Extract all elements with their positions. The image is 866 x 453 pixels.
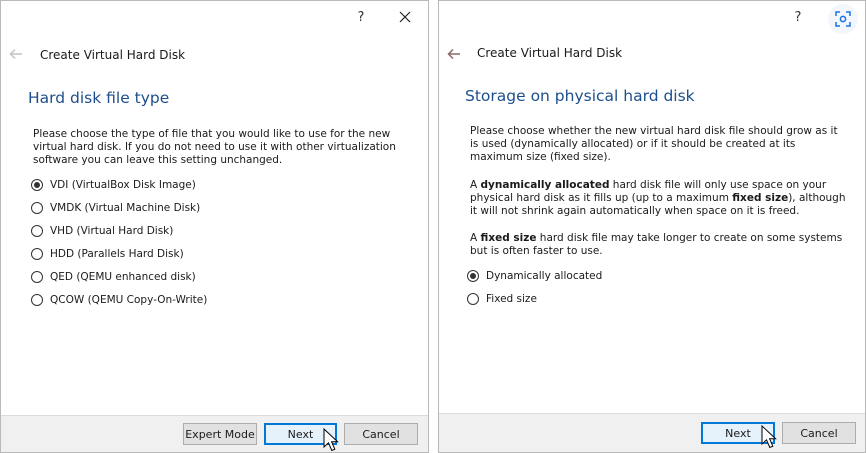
wizard-title: Create Virtual Hard Disk [40, 48, 186, 62]
radio-label: QED (QEMU enhanced disk) [50, 271, 196, 283]
text-segment: A [470, 179, 481, 191]
page-heading: Hard disk file type [28, 89, 170, 107]
radio-button[interactable] [31, 225, 43, 237]
screenshot-capture-icon [835, 11, 851, 27]
dialog-footer: Expert Mode Next Cancel [1, 415, 428, 452]
radio-option-fixed-size[interactable]: Fixed size [467, 291, 537, 307]
radio-option-vhd[interactable]: VHD (Virtual Hard Disk) [31, 223, 173, 239]
storage-on-physical-disk-dialog: ? Create Virtual Hard Disk Storage on ph… [438, 0, 866, 453]
radio-dot-icon [470, 273, 476, 279]
bold-term: fixed size [732, 192, 789, 205]
close-icon [399, 11, 411, 23]
help-button[interactable]: ? [347, 4, 375, 30]
radio-button[interactable] [31, 271, 43, 283]
dynamic-allocation-explanation: A dynamically allocated hard disk file w… [470, 179, 846, 219]
radio-dot-icon [34, 182, 40, 188]
radio-label: VMDK (Virtual Machine Disk) [50, 202, 201, 214]
radio-option-hdd[interactable]: HDD (Parallels Hard Disk) [31, 246, 184, 262]
radio-label: VHD (Virtual Hard Disk) [50, 225, 174, 237]
cancel-button[interactable]: Cancel [782, 422, 856, 444]
fixed-size-explanation: A fixed size hard disk file may take lon… [470, 232, 846, 258]
screenshot-capture-button[interactable] [828, 4, 858, 34]
next-button[interactable]: Next [701, 422, 775, 444]
back-arrow-icon [9, 48, 22, 60]
radio-option-qcow[interactable]: QCOW (QEMU Copy-On-Write) [31, 292, 207, 308]
hard-disk-file-type-dialog: ? Create Virtual Hard Disk Hard disk fil… [0, 0, 429, 453]
expert-mode-button[interactable]: Expert Mode [183, 423, 257, 445]
radio-button-selected[interactable] [467, 270, 479, 282]
help-icon: ? [794, 9, 802, 25]
page-heading: Storage on physical hard disk [465, 87, 695, 105]
help-icon: ? [357, 9, 365, 25]
radio-option-dynamically-allocated[interactable]: Dynamically allocated [467, 268, 602, 284]
bold-term: dynamically allocated [480, 179, 610, 191]
wizard-title: Create Virtual Hard Disk [477, 46, 623, 60]
cancel-button[interactable]: Cancel [344, 423, 418, 445]
next-button[interactable]: Next [264, 423, 337, 445]
page-description: Please choose whether the new virtual ha… [470, 125, 838, 164]
back-button[interactable] [445, 45, 463, 63]
radio-label: QCOW (QEMU Copy-On-Write) [50, 294, 208, 306]
radio-label: VDI (VirtualBox Disk Image) [50, 179, 196, 191]
radio-option-qed[interactable]: QED (QEMU enhanced disk) [31, 269, 196, 285]
radio-button[interactable] [467, 293, 479, 305]
dialog-footer: Next Cancel [439, 413, 865, 452]
radio-button[interactable] [31, 248, 43, 260]
radio-option-vmdk[interactable]: VMDK (Virtual Machine Disk) [31, 200, 200, 216]
radio-button[interactable] [31, 294, 43, 306]
help-button[interactable]: ? [784, 4, 812, 30]
radio-button[interactable] [31, 202, 43, 214]
bold-term: fixed size [480, 232, 537, 244]
radio-label: HDD (Parallels Hard Disk) [50, 248, 184, 260]
radio-button-selected[interactable] [31, 179, 43, 191]
radio-label: Fixed size [486, 293, 537, 305]
page-description: Please choose the type of file that you … [33, 128, 396, 167]
back-button[interactable] [7, 45, 25, 63]
radio-label: Dynamically allocated [486, 270, 603, 282]
back-arrow-icon [447, 48, 460, 60]
radio-option-vdi[interactable]: VDI (VirtualBox Disk Image) [31, 177, 196, 193]
text-segment: A [470, 232, 481, 244]
close-button[interactable] [391, 4, 419, 30]
